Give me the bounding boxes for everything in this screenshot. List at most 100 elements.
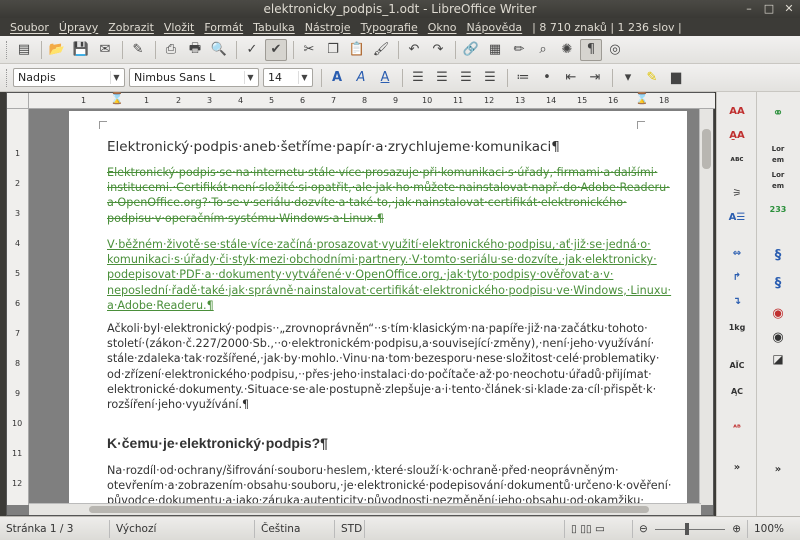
left-indent-marker[interactable]: ⌛: [110, 92, 124, 105]
deleted-paragraph[interactable]: Elektronický·podpis·se·na·internetu·stál…: [107, 165, 670, 226]
lorem-ipsum-icon[interactable]: Lor em: [765, 144, 791, 166]
font-color-icon[interactable]: ▾: [617, 67, 639, 89]
abc-space-icon[interactable]: A̧C: [724, 386, 750, 408]
font-size-combo[interactable]: 14 ▼: [263, 68, 313, 87]
kg-unit-icon[interactable]: 1kg: [724, 322, 750, 344]
right-indent-marker[interactable]: ⌛: [635, 92, 649, 105]
paste-icon[interactable]: 📋: [346, 39, 368, 61]
vertical-ruler[interactable]: 1 2 3 4 5 6 7 8 9 10 11 12: [7, 109, 29, 505]
autospellcheck-icon[interactable]: ✔: [265, 38, 287, 61]
page-indicator[interactable]: Stránka 1 / 3: [0, 519, 110, 538]
justify-icon[interactable]: ☰: [479, 67, 501, 89]
highlight-icon[interactable]: ✎: [641, 67, 663, 89]
numbering-digits-icon[interactable]: 233: [765, 204, 791, 226]
help-icon[interactable]: ◎: [604, 39, 626, 61]
minimize-button[interactable]: –: [742, 2, 756, 16]
lorem-ipsum-alt-icon[interactable]: Lor em: [765, 170, 791, 192]
increase-indent-icon[interactable]: ⇥: [584, 67, 606, 89]
menu-upravy[interactable]: Úpravy: [54, 21, 103, 34]
small-caps-icon[interactable]: ᴀʙᴄ: [724, 154, 750, 176]
menu-napoveda[interactable]: Nápověda: [461, 21, 527, 34]
body-paragraph[interactable]: Ačkoli·byl·elektronický·podpis··„zrovnop…: [107, 321, 659, 412]
menu-vlozit[interactable]: Vložit: [159, 21, 199, 34]
s-symbol-alt-icon[interactable]: §: [765, 277, 791, 300]
menu-typografie[interactable]: Typografie: [356, 21, 423, 34]
export-pdf-icon[interactable]: ⎙: [160, 39, 182, 61]
navigator-icon[interactable]: ✺: [556, 39, 578, 61]
more-chevron-icon[interactable]: »: [765, 464, 791, 486]
decrease-indent-icon[interactable]: ⇤: [560, 67, 582, 89]
inserted-paragraph[interactable]: V·běžném·životě·se·stále·více·začíná·pro…: [107, 237, 671, 313]
spellcheck-icon[interactable]: ✓: [241, 39, 263, 61]
find-replace-icon[interactable]: ⌕: [532, 39, 554, 61]
view-layout-icon[interactable]: ▯ ▯▯ ▭: [565, 519, 633, 538]
hyperlink-icon[interactable]: 🔗: [460, 39, 482, 61]
scroll-thumb[interactable]: [89, 506, 649, 513]
zoom-slider[interactable]: ⊖ ⊕: [633, 519, 748, 538]
bold-icon[interactable]: A: [326, 67, 348, 89]
background-color-icon[interactable]: ▆: [665, 67, 687, 89]
horizontal-scrollbar[interactable]: [29, 503, 701, 515]
selection-mode[interactable]: STD: [335, 519, 365, 538]
bullets-icon[interactable]: •: [536, 67, 558, 89]
chevron-down-icon[interactable]: ▼: [244, 71, 256, 84]
redo-icon[interactable]: ↷: [427, 39, 449, 61]
flag-icon[interactable]: ◪: [765, 353, 791, 376]
align-center-icon[interactable]: ☰: [431, 67, 453, 89]
document-signature-status[interactable]: [365, 519, 565, 538]
abc-special-icon[interactable]: ᴬᴮ: [724, 422, 750, 444]
menu-zobrazit[interactable]: Zobrazit: [103, 21, 159, 34]
align-right-icon[interactable]: ☰: [455, 67, 477, 89]
clone-format-icon[interactable]: 🖌: [370, 39, 392, 61]
move-down-icon[interactable]: ↴: [724, 296, 750, 318]
maximize-button[interactable]: □: [762, 2, 776, 16]
menu-format[interactable]: Formát: [199, 21, 248, 34]
chevron-down-icon[interactable]: ▼: [110, 71, 122, 84]
radio-icon[interactable]: ◉: [765, 331, 791, 354]
print-icon[interactable]: 🖶: [184, 39, 206, 61]
s-symbol-icon[interactable]: §: [765, 249, 791, 272]
menu-tabulka[interactable]: Tabulka: [248, 21, 300, 34]
zoom-level[interactable]: 100%: [748, 520, 790, 538]
vertical-scrollbar[interactable]: [699, 109, 713, 505]
heading-main[interactable]: Elektronický·podpis·aneb·šetříme·papír·a…: [107, 139, 637, 155]
menu-okno[interactable]: Okno: [423, 21, 462, 34]
font-size-increase-icon[interactable]: AA: [724, 106, 750, 128]
arrows-icon[interactable]: ⇔: [724, 248, 750, 270]
language-indicator[interactable]: Čeština: [255, 519, 335, 538]
copy-icon[interactable]: ❐: [322, 39, 344, 61]
italic-icon[interactable]: A: [350, 67, 372, 89]
more-chevron-icon[interactable]: »: [724, 462, 750, 484]
toolbar-grip[interactable]: [6, 68, 9, 87]
move-right-icon[interactable]: ↱: [724, 272, 750, 294]
formatting-marks-icon[interactable]: ¶: [580, 38, 602, 61]
heading-section[interactable]: K·čemu·je·elektronický·podpis?¶: [107, 435, 637, 451]
numbering-icon[interactable]: ≔: [512, 67, 534, 89]
font-size-decrease-icon[interactable]: A̱A: [724, 130, 750, 152]
abc-hyphen-icon[interactable]: AÏC: [724, 360, 750, 382]
binoculars-icon[interactable]: ⚭: [765, 107, 791, 130]
close-button[interactable]: ✕: [782, 2, 796, 16]
table-icon[interactable]: ▦: [484, 39, 506, 61]
underline-icon[interactable]: A: [374, 67, 396, 89]
cut-icon[interactable]: ✂: [298, 39, 320, 61]
paragraph-style-combo[interactable]: Nadpis ▼: [13, 68, 125, 87]
print-preview-icon[interactable]: 🔍: [208, 39, 230, 61]
open-icon[interactable]: 📂: [46, 39, 68, 61]
zoom-out-icon[interactable]: ⊖: [639, 523, 648, 535]
toolbar-grip[interactable]: [6, 40, 9, 59]
body-paragraph[interactable]: Na·rozdíl·od·ochrany/šifrování·souboru·h…: [107, 463, 671, 509]
document-page[interactable]: Elektronický·podpis·aneb·šetříme·papír·a…: [69, 111, 687, 511]
page-style[interactable]: Výchozí: [110, 519, 255, 538]
horizontal-ruler[interactable]: 1 ⌛ 1 2 3 4 5 6 7 8 9 10 11 12 13 14 15 …: [29, 92, 715, 109]
chevron-down-icon[interactable]: ▼: [298, 71, 310, 84]
zoom-handle[interactable]: [685, 522, 689, 535]
align-text-icon[interactable]: A☰: [724, 212, 750, 234]
edit-file-icon[interactable]: ✎: [127, 39, 149, 61]
align-left-icon[interactable]: ☰: [407, 67, 429, 89]
scroll-thumb[interactable]: [702, 129, 711, 169]
email-icon[interactable]: ✉: [94, 39, 116, 61]
menu-soubor[interactable]: Soubor: [5, 21, 54, 34]
record-icon[interactable]: ◉: [765, 307, 791, 330]
save-icon[interactable]: 💾: [70, 39, 92, 61]
